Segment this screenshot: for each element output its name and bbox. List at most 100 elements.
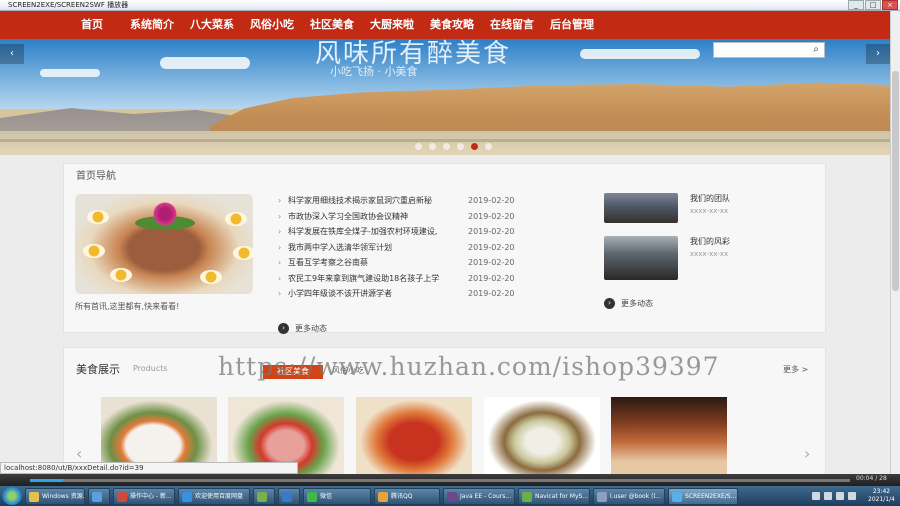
news-item-title[interactable]: 科学家用细线技术揭示家鼠洞穴重启新秘 xyxy=(288,196,432,205)
team-item-name[interactable]: 我们的团队 xyxy=(690,193,730,204)
carousel-dot-active[interactable] xyxy=(471,143,478,150)
taskbar-task[interactable]: Navicat for MyS... xyxy=(518,487,590,505)
nav-community-food[interactable]: 社区美食 xyxy=(302,11,362,39)
tray-icon[interactable] xyxy=(848,492,856,500)
team-list: 我们的团队 xxxx-xx-xx 我们的风彩 xxxx-xx-xx xyxy=(604,193,804,280)
nav-message[interactable]: 在线留言 xyxy=(482,11,542,39)
products-next-button[interactable]: › xyxy=(804,444,810,463)
products-title: 美食展示 xyxy=(76,363,120,376)
news-item-date: 2019-02-20 xyxy=(468,289,515,298)
product-thumbnail[interactable] xyxy=(484,397,600,478)
news-item[interactable]: 科学发展在铁库全煤子-加强农村环境建设, 2019-02-20 xyxy=(278,224,528,240)
taskbar-task[interactable]: 操作中心 - 新... xyxy=(113,487,175,505)
nav-guides[interactable]: 美食攻略 xyxy=(422,11,482,39)
news-item-date: 2019-02-20 xyxy=(468,242,515,252)
taskbar-task[interactable]: SCREEN2EXE/S... xyxy=(668,487,738,505)
minimize-button[interactable]: _ xyxy=(848,0,864,10)
tray-icon[interactable] xyxy=(836,492,844,500)
carousel-dot[interactable] xyxy=(415,143,422,150)
team-item-name[interactable]: 我们的风彩 xyxy=(690,236,730,247)
taskbar-task[interactable] xyxy=(253,487,275,505)
taskbar-task[interactable]: Windows 资源... xyxy=(25,487,85,505)
taskbar-task[interactable]: 微信 xyxy=(303,487,371,505)
news-item-date: 2019-02-20 xyxy=(468,196,515,205)
banner-prev-button[interactable]: ‹ xyxy=(0,44,24,64)
search-input[interactable]: ⌕ xyxy=(713,42,825,58)
nav-cuisines[interactable]: 八大菜系 xyxy=(182,11,242,39)
carousel-dot[interactable] xyxy=(443,143,450,150)
news-item-title[interactable]: 市政协深入学习全国政协会议精神 xyxy=(288,212,408,221)
taskbar-task[interactable]: l.user @book (l... xyxy=(593,487,665,505)
taskbar-tasks: Windows 资源... 操作中心 - 新... 欢迎使用百度网盘 微信 腾讯QQ Ja… xyxy=(22,487,738,505)
news-item-title[interactable]: 农民工9年来拿到旗气建设助18名孩子上学 xyxy=(288,274,439,283)
taskbar-task[interactable]: 欢迎使用百度网盘 xyxy=(178,487,250,505)
start-button[interactable] xyxy=(2,487,22,505)
news-item[interactable]: 小学四年级谈不该开讲源学者 2019-02-20 xyxy=(278,286,528,302)
dish-flower xyxy=(151,200,179,228)
news-item-title[interactable]: 我市两中学入选清华领军计划 xyxy=(288,243,392,252)
tray-clock[interactable]: 23:42 2021/1/4 xyxy=(868,488,895,504)
banner-road xyxy=(0,139,890,142)
news-item-title[interactable]: 科学发展在铁库全煤子-加强农村环境建设, xyxy=(288,227,437,236)
taskbar-task[interactable]: Java EE - Cours... xyxy=(443,487,515,505)
news-item-date: 2019-02-20 xyxy=(468,273,515,283)
news-item-title[interactable]: 小学四年级谈不该开讲源学者 xyxy=(288,289,392,298)
product-thumbnail[interactable] xyxy=(356,397,472,478)
close-button[interactable]: × xyxy=(882,0,898,10)
news-item-date: 2019-02-20 xyxy=(468,227,515,236)
window-titlebar: SCREEN2EXE/SCREEN2SWF 播放器 _ □ × xyxy=(0,0,900,11)
news-item-title[interactable]: 互看互学考察之谷南蔡 xyxy=(288,258,368,267)
window-title: SCREEN2EXE/SCREEN2SWF 播放器 xyxy=(8,1,129,9)
team-item[interactable]: 我们的团队 xxxx-xx-xx xyxy=(604,193,804,233)
taskbar-task[interactable] xyxy=(278,487,300,505)
products-more-link[interactable]: 更多 > xyxy=(783,364,808,375)
main-nav: 首页 系统简介 八大菜系 风俗小吃 社区美食 大厨来啦 美食攻略 在线留言 后台… xyxy=(0,11,890,39)
news-item[interactable]: 科学家用细线技术揭示家鼠洞穴重启新秘 2019-02-20 xyxy=(278,193,528,209)
news-item[interactable]: 农民工9年来拿到旗气建设助18名孩子上学 2019-02-20 xyxy=(278,271,528,287)
nav-admin[interactable]: 后台管理 xyxy=(542,11,602,39)
nav-intro[interactable]: 系统简介 xyxy=(122,11,182,39)
team-item[interactable]: 我们的风彩 xxxx-xx-xx xyxy=(604,236,804,280)
playback-progress-fill xyxy=(30,479,63,482)
carousel-dot[interactable] xyxy=(429,143,436,150)
product-thumbnail[interactable] xyxy=(611,397,727,478)
taskbar-task[interactable]: 腾讯QQ xyxy=(374,487,440,505)
team-photo[interactable] xyxy=(604,193,678,223)
team-photo[interactable] xyxy=(604,236,678,280)
playback-timecode: 00:04 / 28 xyxy=(856,475,887,482)
chevron-right-icon: › xyxy=(604,298,615,309)
dish-egg xyxy=(83,244,105,258)
team-more-label[interactable]: 更多动态 xyxy=(621,299,653,308)
maximize-button[interactable]: □ xyxy=(865,0,881,10)
nav-snacks[interactable]: 风俗小吃 xyxy=(242,11,302,39)
playback-progress[interactable] xyxy=(30,479,850,482)
news-item[interactable]: 市政协深入学习全国政协会议精神 2019-02-20 xyxy=(278,209,528,225)
tray-icon[interactable] xyxy=(812,492,820,500)
news-more-label[interactable]: 更多动态 xyxy=(295,324,327,333)
taskbar-task[interactable] xyxy=(88,487,110,505)
banner-cloud xyxy=(40,69,100,77)
products-prev-button[interactable]: ‹ xyxy=(76,444,82,463)
news-item-date: 2019-02-20 xyxy=(468,211,515,221)
carousel-dot[interactable] xyxy=(457,143,464,150)
products-title-en: Products xyxy=(133,364,168,373)
news-item[interactable]: 我市两中学入选清华领军计划 2019-02-20 xyxy=(278,240,528,256)
nav-chefs[interactable]: 大厨来啦 xyxy=(362,11,422,39)
windows-taskbar: Windows 资源... 操作中心 - 新... 欢迎使用百度网盘 微信 腾讯QQ Ja… xyxy=(0,486,900,506)
search-icon[interactable]: ⌕ xyxy=(810,44,822,56)
featured-food-image[interactable] xyxy=(75,194,253,294)
tray-icons xyxy=(812,492,856,500)
banner-next-button[interactable]: › xyxy=(866,44,890,64)
team-item-date: xxxx-xx-xx xyxy=(690,207,729,215)
page-scrollbar[interactable] xyxy=(890,11,900,474)
nav-home[interactable]: 首页 xyxy=(62,11,122,39)
news-item[interactable]: 互看互学考察之谷南蔡 2019-02-20 xyxy=(278,255,528,271)
system-tray: 23:42 2021/1/4 xyxy=(808,486,900,506)
news-more-link[interactable]: › 更多动态 xyxy=(278,323,327,334)
chevron-right-icon: › xyxy=(278,323,289,334)
team-more-link[interactable]: › 更多动态 xyxy=(604,298,653,309)
scrollbar-thumb[interactable] xyxy=(892,71,899,291)
tray-icon[interactable] xyxy=(824,492,832,500)
carousel-dots xyxy=(415,143,492,150)
carousel-dot[interactable] xyxy=(485,143,492,150)
